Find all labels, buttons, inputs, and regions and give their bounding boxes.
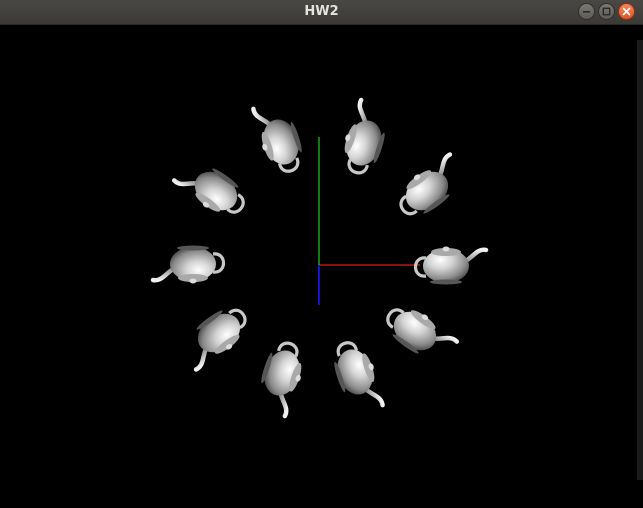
minimize-button[interactable] bbox=[578, 3, 595, 20]
close-icon bbox=[622, 7, 631, 16]
teapot bbox=[379, 297, 458, 369]
minimize-icon bbox=[583, 11, 590, 13]
scene-canvas bbox=[0, 25, 643, 504]
opengl-viewport[interactable] bbox=[0, 25, 643, 504]
maximize-button[interactable] bbox=[598, 3, 615, 20]
teapot bbox=[176, 300, 255, 372]
maximize-icon bbox=[602, 7, 611, 16]
teapot bbox=[250, 98, 308, 177]
close-button[interactable] bbox=[618, 3, 635, 20]
teapot bbox=[172, 153, 251, 225]
teapot bbox=[336, 99, 394, 178]
teapot bbox=[153, 246, 224, 284]
teapot bbox=[391, 152, 470, 224]
teapot bbox=[416, 247, 487, 285]
teapot bbox=[328, 337, 386, 416]
window-edge bbox=[637, 40, 643, 480]
title-bar[interactable]: HW2 bbox=[0, 0, 643, 25]
window-title: HW2 bbox=[304, 4, 339, 19]
teapot bbox=[252, 338, 310, 417]
app-window: HW2 bbox=[0, 0, 643, 504]
window-controls bbox=[578, 3, 635, 20]
